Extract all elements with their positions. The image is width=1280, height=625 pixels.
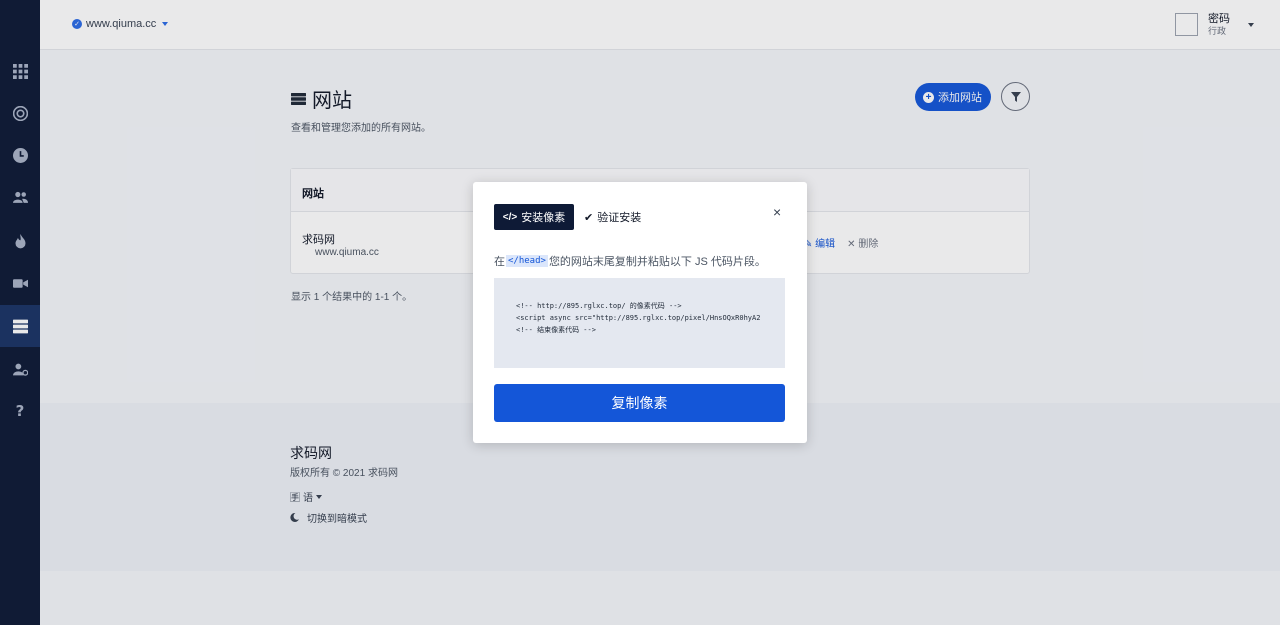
code-line: <!-- 结束像素代码 -->: [516, 326, 596, 334]
instruction-suffix: 您的网站末尾复制并粘贴以下 JS 代码片段。: [548, 256, 766, 268]
close-icon[interactable]: ×: [773, 205, 781, 219]
pixel-modal: </> 安装像素 ✔ 验证安装 × 在 </head> 您的网站末尾复制并粘贴以…: [473, 182, 807, 443]
pixel-code-block[interactable]: <!-- http://895.rglxc.top/ 的像素代码 --> <scr…: [494, 278, 785, 368]
tab-verify-label: 验证安装: [597, 212, 642, 224]
check-icon: ✔: [584, 211, 594, 224]
tab-verify-install[interactable]: ✔ 验证安装: [584, 204, 641, 230]
code-line: <script async src="http://895.rglxc.top/…: [516, 314, 761, 322]
tab-install-label: 安装像素: [521, 212, 566, 224]
head-tag: </head>: [506, 255, 548, 267]
code-line: <!-- http://895.rglxc.top/ 的像素代码 -->: [516, 302, 682, 310]
tab-install-pixel[interactable]: </> 安装像素: [494, 204, 574, 230]
copy-pixel-button[interactable]: 复制像素: [494, 384, 785, 422]
instruction-prefix: 在: [494, 256, 505, 268]
install-instruction: 在 </head> 您的网站末尾复制并粘贴以下 JS 代码片段。: [494, 253, 766, 269]
code-icon: </>: [502, 211, 518, 223]
